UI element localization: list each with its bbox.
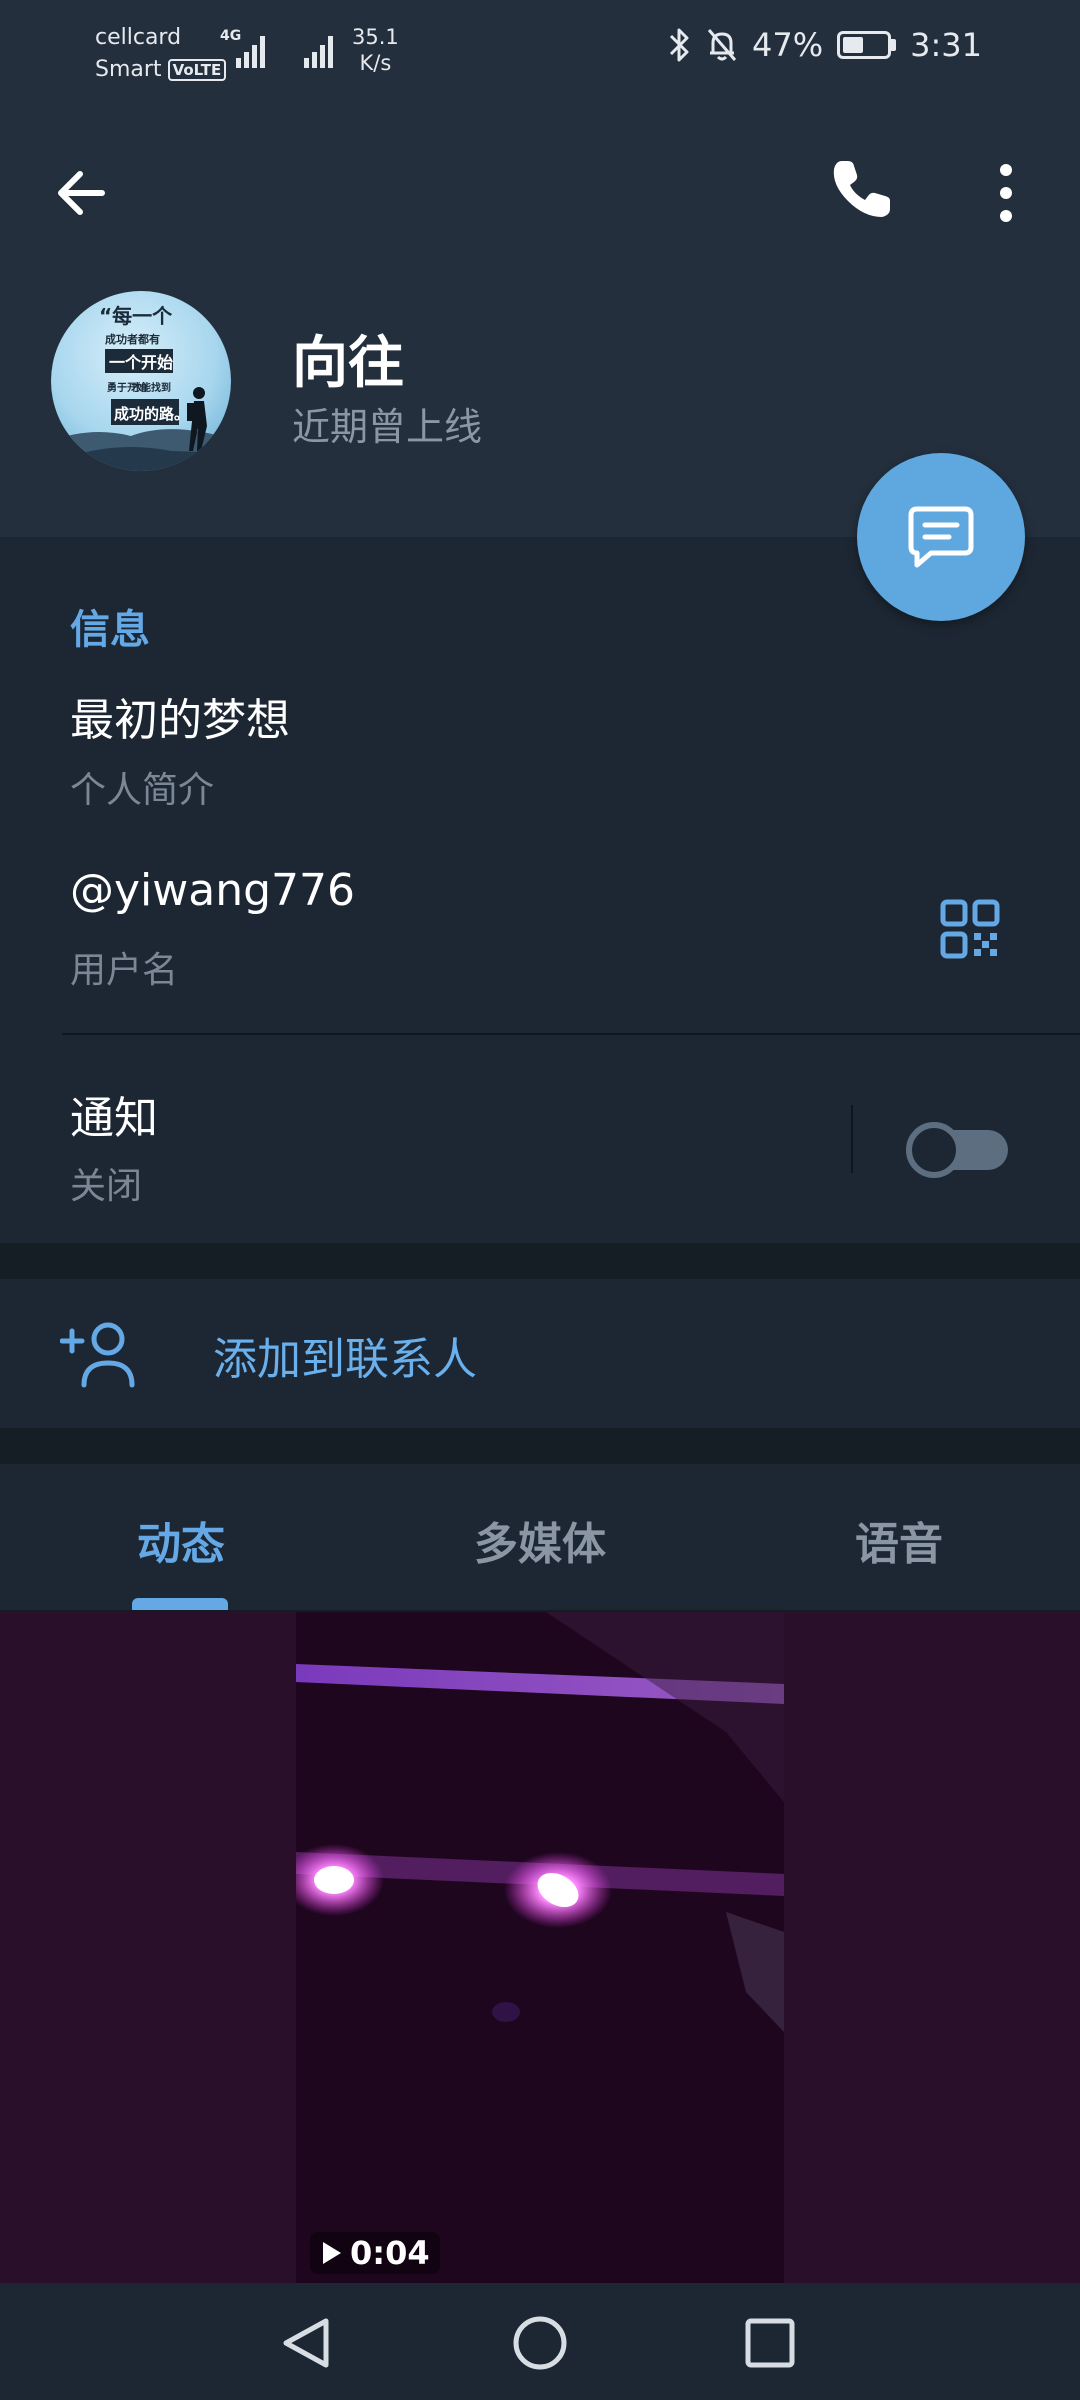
notifications-toggle[interactable]: [906, 1112, 1010, 1178]
tab-indicator: [132, 1598, 228, 1610]
username-text: @yiwang776: [70, 865, 356, 916]
battery-icon: [837, 31, 897, 59]
speed-unit: K/s: [359, 51, 392, 75]
carrier-info: cellcard Smart VoLTE: [95, 22, 227, 86]
signal-icon: [304, 36, 333, 68]
profile-name: 向往: [292, 331, 404, 396]
last-seen-status: 近期曾上线: [292, 405, 483, 449]
avatar-text-5: 才能找到: [131, 381, 171, 394]
avatar-text-1: “每一个: [99, 304, 173, 328]
battery-percent: 47%: [752, 26, 824, 64]
tab-posts[interactable]: 动态: [61, 1508, 301, 1572]
vertical-divider: [851, 1105, 853, 1173]
network-speed: 35.1 K/s: [352, 24, 399, 76]
play-icon: [323, 2242, 341, 2264]
status-right: 47% 3:31: [668, 26, 982, 64]
carrier-name: cellcard: [95, 25, 182, 50]
arrow-left-icon[interactable]: [50, 160, 116, 226]
tab-voice[interactable]: 语音: [779, 1508, 1019, 1572]
section-gap: [0, 1243, 1080, 1279]
home-circle-icon[interactable]: [510, 2313, 570, 2373]
notifications-state: 关闭: [70, 1166, 143, 1207]
clock: 3:31: [910, 26, 982, 64]
avatar[interactable]: “每一个 成功者都有 一个开始 勇于开始 才能找到 成功的路。: [51, 291, 231, 471]
avatar-text-6: 成功的路。: [114, 405, 189, 423]
mute-bell-icon: [707, 29, 737, 61]
add-to-contacts-button[interactable]: 添加到联系人: [0, 1279, 1080, 1428]
bluetooth-icon: [669, 28, 689, 62]
avatar-text-2: 成功者都有: [105, 332, 160, 346]
notifications-title: 通知: [70, 1093, 158, 1144]
bio-label: 个人简介: [70, 770, 215, 811]
tab-media[interactable]: 多媒体: [420, 1508, 660, 1572]
phone-icon[interactable]: [826, 155, 896, 225]
volte-badge: VoLTE: [167, 59, 227, 81]
duration-text: 0:04: [350, 2234, 430, 2272]
media-grid: 0:04: [0, 1612, 1080, 2283]
system-nav-bar: [0, 2283, 1080, 2400]
more-vertical-icon[interactable]: [986, 158, 1026, 228]
status-bar: cellcard Smart VoLTE 4G 35.1 K/s 47% 3:3…: [0, 0, 1080, 100]
video-duration: 0:04: [310, 2232, 440, 2274]
divider: [62, 1033, 1080, 1035]
section-gap: [0, 1428, 1080, 1464]
back-triangle-icon[interactable]: [278, 2313, 338, 2373]
avatar-image: “每一个 成功者都有 一个开始 勇于开始 才能找到 成功的路。: [51, 304, 231, 471]
add-contact-label: 添加到联系人: [213, 1334, 477, 1385]
info-section-title: 信息: [70, 607, 150, 653]
add-person-icon: [60, 1322, 135, 1388]
qr-code-icon[interactable]: [940, 899, 1000, 959]
chat-message-icon: [908, 506, 974, 568]
info-section: 信息 最初的梦想 个人简介 @yiwang776 用户名 通知 关闭: [0, 537, 1080, 1243]
signal-icon: [236, 36, 265, 68]
recents-square-icon[interactable]: [740, 2313, 800, 2373]
send-message-button[interactable]: [857, 453, 1025, 621]
video-thumbnail[interactable]: [296, 1612, 784, 2283]
speed-value: 35.1: [352, 25, 399, 49]
bio-text: 最初的梦想: [70, 695, 290, 746]
avatar-text-3: 一个开始: [109, 353, 173, 372]
video-frame: [296, 1612, 784, 2283]
username-label: 用户名: [70, 950, 179, 991]
media-tabs: 动态 多媒体 语音: [0, 1464, 1080, 1612]
carrier-name-secondary: Smart: [95, 57, 162, 82]
